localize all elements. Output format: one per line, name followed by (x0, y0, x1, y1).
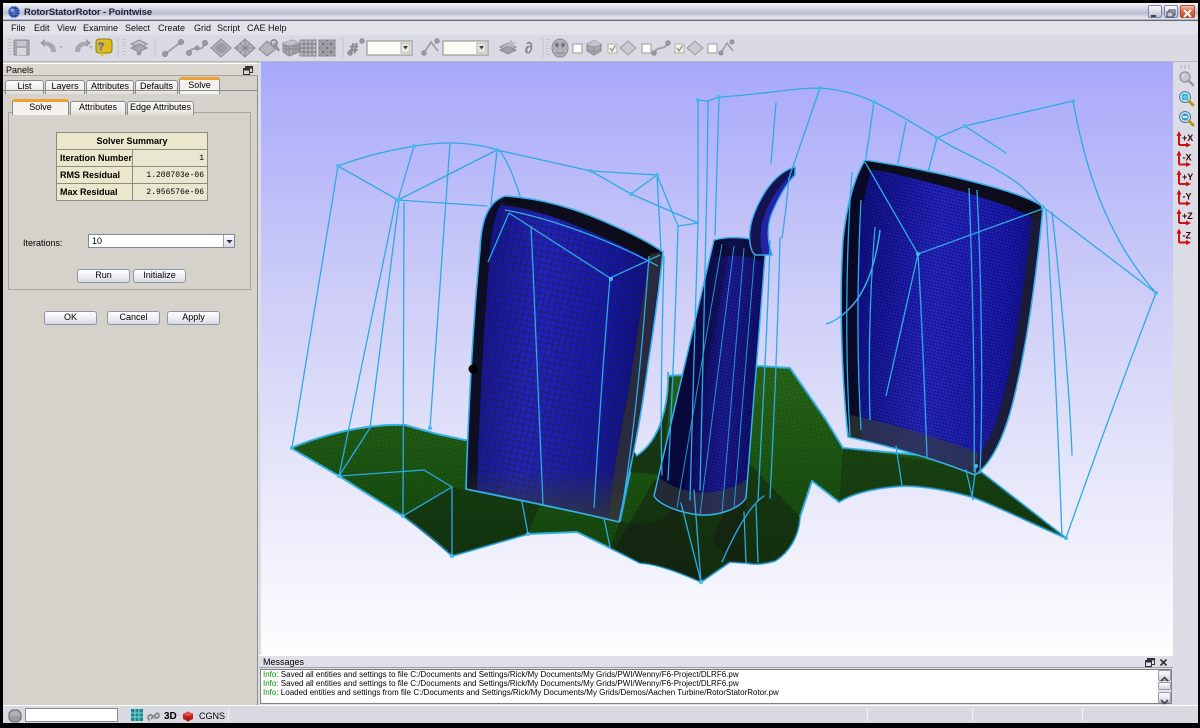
svg-text:+Z: +Z (1182, 211, 1193, 221)
svg-text:+Y: +Y (1182, 172, 1193, 182)
svg-text:3D: 3D (164, 711, 177, 722)
svg-text:-Z: -Z (1183, 231, 1192, 241)
svg-text:-Y: -Y (1183, 192, 1192, 202)
svg-text:-X: -X (1183, 153, 1192, 163)
svg-text:#: # (350, 40, 358, 56)
svg-text:∂: ∂ (525, 41, 532, 57)
svg-text:CGNS: CGNS (199, 711, 225, 721)
svg-text:+X: +X (1182, 133, 1193, 143)
svg-text:?: ? (98, 41, 105, 53)
